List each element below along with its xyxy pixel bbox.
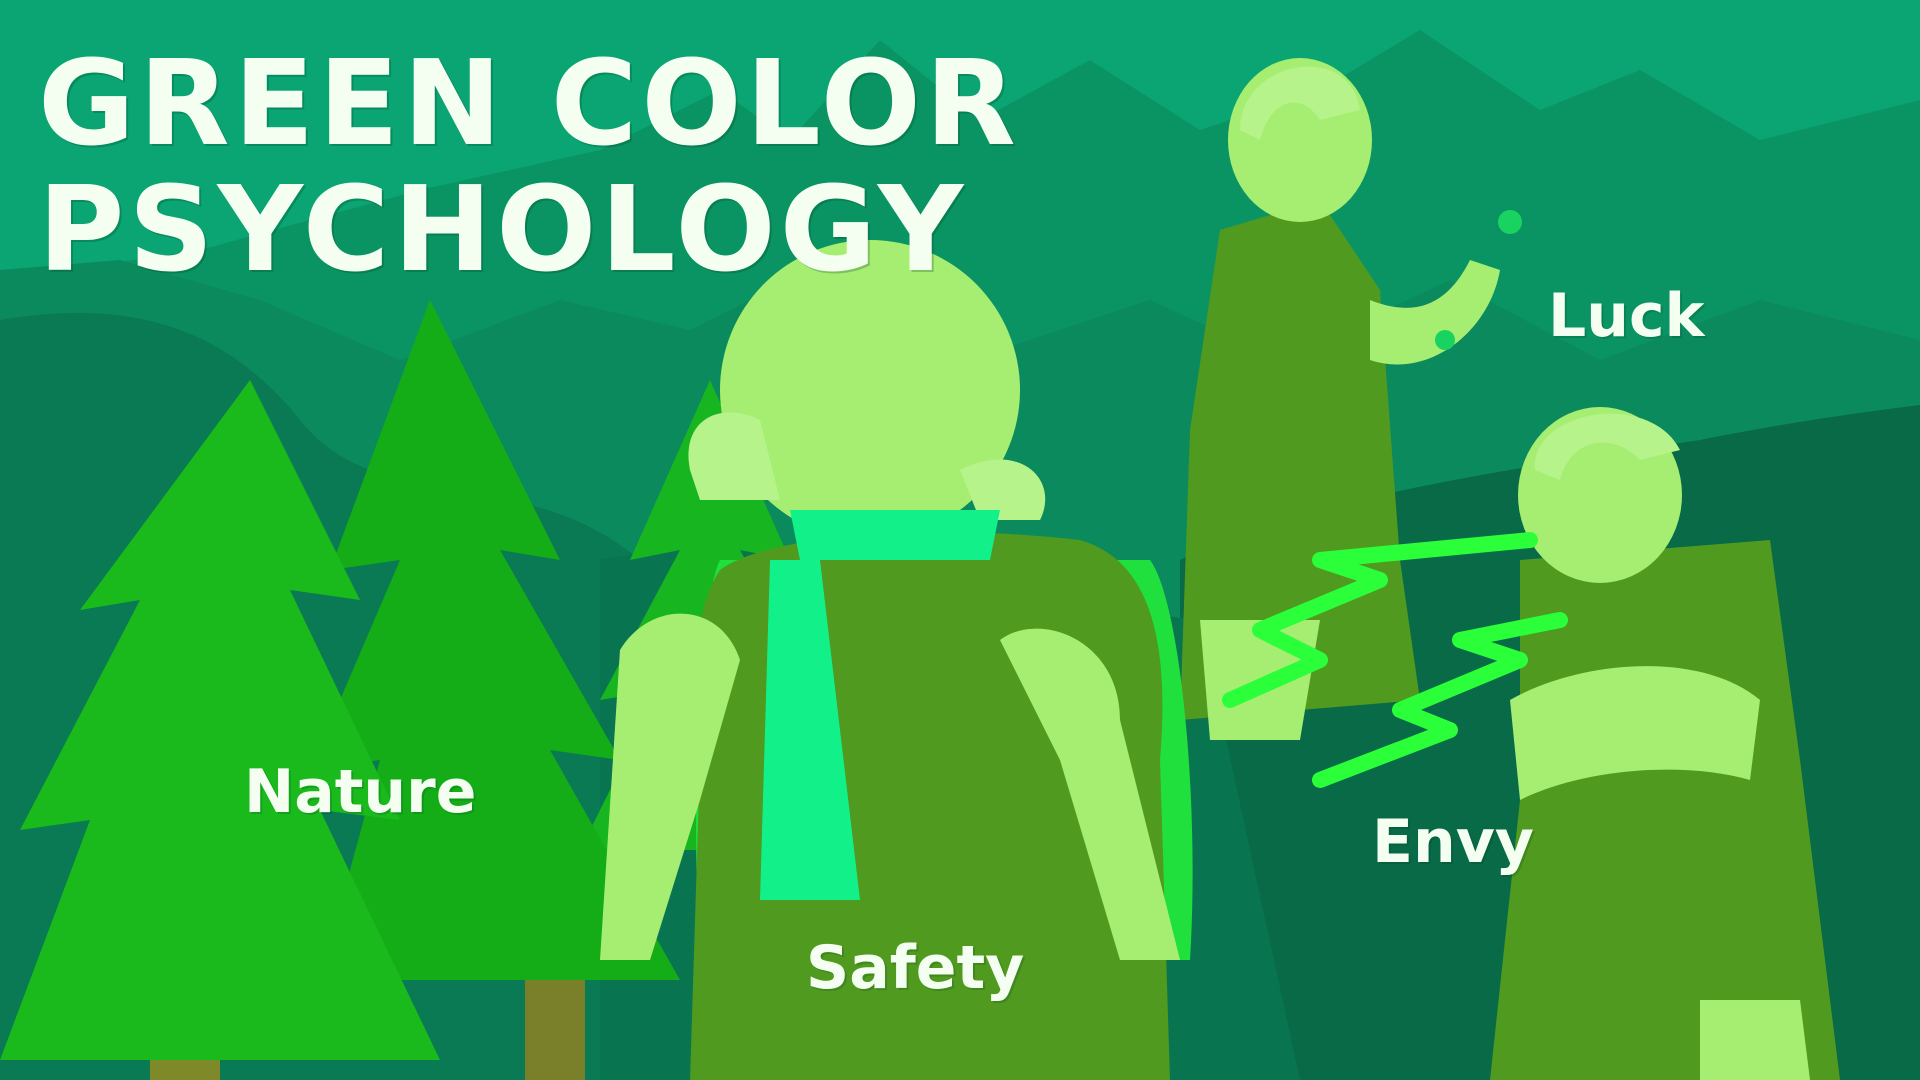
title-line-1: GREEN COLOR	[38, 34, 1020, 172]
illustration-scene: GREEN COLOR PSYCHOLOGY Nature Safety Luc…	[0, 0, 1920, 1080]
label-luck: Luck	[1548, 281, 1705, 351]
label-nature: Nature	[244, 757, 477, 827]
label-envy: Envy	[1372, 807, 1534, 877]
title-line-2: PSYCHOLOGY	[38, 160, 968, 298]
label-safety: Safety	[806, 933, 1025, 1003]
